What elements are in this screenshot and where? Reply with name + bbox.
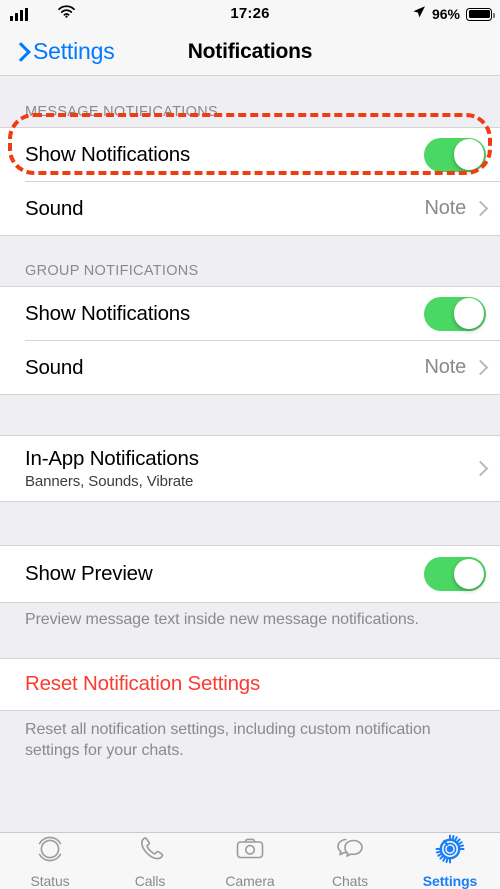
chevron-right-icon	[472, 200, 489, 217]
row-message-show-notifications[interactable]: Show Notifications	[0, 128, 500, 181]
tab-label: Chats	[331, 873, 369, 889]
row-show-preview[interactable]: Show Preview	[0, 546, 500, 602]
section-header-message-notifications: MESSAGE NOTIFICATIONS	[0, 95, 500, 127]
tab-settings[interactable]: Settings	[400, 833, 500, 889]
tab-label: Calls	[134, 873, 166, 889]
toggle-knob	[453, 298, 485, 329]
settings-list: MESSAGE NOTIFICATIONS Show Notifications…	[0, 76, 500, 832]
group-sound-value: Note	[424, 356, 467, 378]
status-bar: 17:26 96%	[0, 0, 500, 28]
section-spacer	[0, 395, 500, 435]
row-group-show-notifications[interactable]: Show Notifications	[0, 287, 500, 340]
gear-icon	[434, 833, 466, 870]
row-message-sound[interactable]: Sound Note	[0, 182, 500, 235]
group-show-notifications-toggle[interactable]	[424, 296, 486, 331]
toggle-knob	[453, 558, 485, 590]
section-header-group-notifications: GROUP NOTIFICATIONS	[0, 254, 500, 286]
show-preview-label: Show Preview	[25, 562, 153, 585]
message-sound-value: Note	[424, 197, 467, 219]
group-in-app-notifications: In-App Notifications Banners, Sounds, Vi…	[0, 435, 500, 502]
show-preview-toggle[interactable]	[424, 557, 486, 591]
row-label: Show Notifications	[25, 142, 191, 166]
chevron-right-icon	[472, 460, 489, 477]
show-preview-footnote: Preview message text inside new message …	[25, 611, 419, 628]
reset-notification-settings-label: Reset Notification Settings	[25, 672, 261, 696]
row-label: Show Notifications	[25, 301, 191, 325]
chat-bubbles-icon	[333, 833, 367, 870]
row-in-app-notifications[interactable]: In-App Notifications Banners, Sounds, Vi…	[0, 436, 500, 501]
phone-icon	[134, 833, 166, 870]
tab-calls[interactable]: Calls	[100, 833, 200, 889]
reset-footnote: Reset all notification settings, includi…	[25, 720, 431, 759]
group-reset: Reset Notification Settings	[0, 657, 500, 711]
section-spacer	[0, 236, 500, 254]
tab-bar: Status Calls Camera Chats Settings	[0, 832, 500, 889]
top-spacer	[0, 76, 500, 95]
tab-camera[interactable]: Camera	[200, 833, 300, 889]
tab-label: Settings	[422, 873, 478, 889]
tab-status[interactable]: Status	[0, 833, 100, 889]
battery-full-icon	[466, 7, 495, 21]
navigation-bar: Settings Notifications	[0, 28, 500, 76]
group-message-notifications: Show Notifications Sound Note	[0, 127, 500, 236]
toggle-knob	[453, 139, 485, 170]
status-rings-icon	[34, 833, 66, 870]
chevron-right-icon	[472, 359, 489, 376]
page-title: Notifications	[187, 39, 313, 63]
tab-label: Camera	[225, 873, 275, 889]
message-show-notifications-toggle[interactable]	[424, 137, 486, 172]
tab-chats[interactable]: Chats	[300, 833, 400, 889]
location-arrow-icon	[412, 5, 426, 24]
row-label: Sound	[25, 355, 84, 379]
camera-icon	[234, 833, 266, 870]
status-bar-right: 96%	[412, 0, 495, 28]
row-reset-notification-settings[interactable]: Reset Notification Settings	[0, 658, 500, 710]
iphone-screen: 17:26 96% Settings Notifications MESSAGE…	[0, 0, 500, 889]
battery-percent-label: 96%	[431, 6, 460, 22]
in-app-title: In-App Notifications	[25, 447, 199, 470]
row-label: Sound	[25, 196, 84, 220]
section-spacer	[0, 502, 500, 545]
in-app-subtitle: Banners, Sounds, Vibrate	[25, 473, 194, 490]
tab-label: Status	[30, 873, 70, 889]
group-show-preview: Show Preview	[0, 545, 500, 603]
section-spacer	[0, 630, 500, 658]
group-group-notifications: Show Notifications Sound Note	[0, 286, 500, 395]
row-group-sound[interactable]: Sound Note	[0, 341, 500, 394]
